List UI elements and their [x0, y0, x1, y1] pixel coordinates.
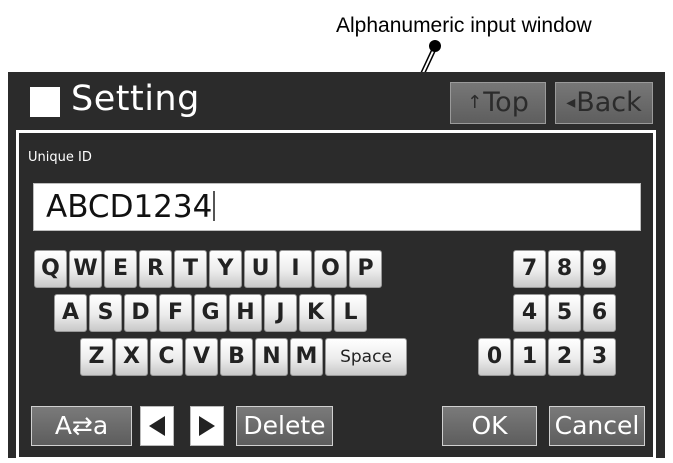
case-toggle-button[interactable]: A⇄a: [31, 406, 132, 446]
key-p[interactable]: P: [349, 250, 382, 288]
key-a[interactable]: A: [54, 294, 87, 332]
key-d[interactable]: D: [124, 294, 157, 332]
cursor-right-button[interactable]: [190, 406, 224, 446]
key-1[interactable]: 1: [513, 338, 546, 376]
key-0[interactable]: 0: [478, 338, 511, 376]
key-2[interactable]: 2: [548, 338, 581, 376]
back-button[interactable]: ◂Back: [555, 82, 653, 124]
up-arrow-icon: ↑: [467, 92, 483, 113]
space-key[interactable]: Space: [325, 338, 407, 376]
key-y[interactable]: Y: [209, 250, 242, 288]
key-u[interactable]: U: [244, 250, 277, 288]
key-o[interactable]: O: [314, 250, 347, 288]
key-b[interactable]: B: [220, 338, 253, 376]
top-button[interactable]: ↑Top: [450, 82, 546, 124]
unique-id-value: ABCD1234: [46, 189, 213, 225]
key-s[interactable]: S: [89, 294, 122, 332]
key-4[interactable]: 4: [513, 294, 546, 332]
page-title: Setting: [71, 79, 200, 119]
key-n[interactable]: N: [255, 338, 288, 376]
right-arrow-icon: [199, 416, 215, 436]
key-x[interactable]: X: [115, 338, 148, 376]
top-button-label: Top: [483, 87, 529, 118]
unique-id-label: Unique ID: [28, 150, 92, 165]
left-arrow-icon: [149, 416, 165, 436]
key-5[interactable]: 5: [548, 294, 581, 332]
key-6[interactable]: 6: [583, 294, 616, 332]
key-3[interactable]: 3: [583, 338, 616, 376]
text-caret: [213, 191, 216, 221]
key-m[interactable]: M: [290, 338, 323, 376]
key-c[interactable]: C: [150, 338, 183, 376]
callout-label: Alphanumeric input window: [336, 14, 592, 37]
device-screen: Setting ↑Top ◂Back Unique ID ABCD1234 Q …: [8, 72, 665, 460]
title-square-icon: [30, 87, 60, 117]
key-e[interactable]: E: [104, 250, 137, 288]
key-9[interactable]: 9: [583, 250, 616, 288]
key-h[interactable]: H: [229, 294, 262, 332]
key-q[interactable]: Q: [34, 250, 67, 288]
key-i[interactable]: I: [279, 250, 312, 288]
key-v[interactable]: V: [185, 338, 218, 376]
back-arrow-icon: ◂: [566, 92, 576, 113]
key-l[interactable]: L: [334, 294, 367, 332]
cancel-button[interactable]: Cancel: [549, 406, 645, 446]
ok-button[interactable]: OK: [442, 406, 537, 446]
key-w[interactable]: W: [69, 250, 102, 288]
key-7[interactable]: 7: [513, 250, 546, 288]
key-j[interactable]: J: [264, 294, 297, 332]
delete-button[interactable]: Delete: [236, 406, 333, 446]
key-t[interactable]: T: [174, 250, 207, 288]
key-z[interactable]: Z: [80, 338, 113, 376]
key-k[interactable]: K: [299, 294, 332, 332]
key-g[interactable]: G: [194, 294, 227, 332]
cursor-left-button[interactable]: [140, 406, 174, 446]
key-f[interactable]: F: [159, 294, 192, 332]
key-r[interactable]: R: [139, 250, 172, 288]
unique-id-input[interactable]: ABCD1234: [33, 183, 641, 231]
key-8[interactable]: 8: [548, 250, 581, 288]
back-button-label: Back: [576, 87, 642, 118]
